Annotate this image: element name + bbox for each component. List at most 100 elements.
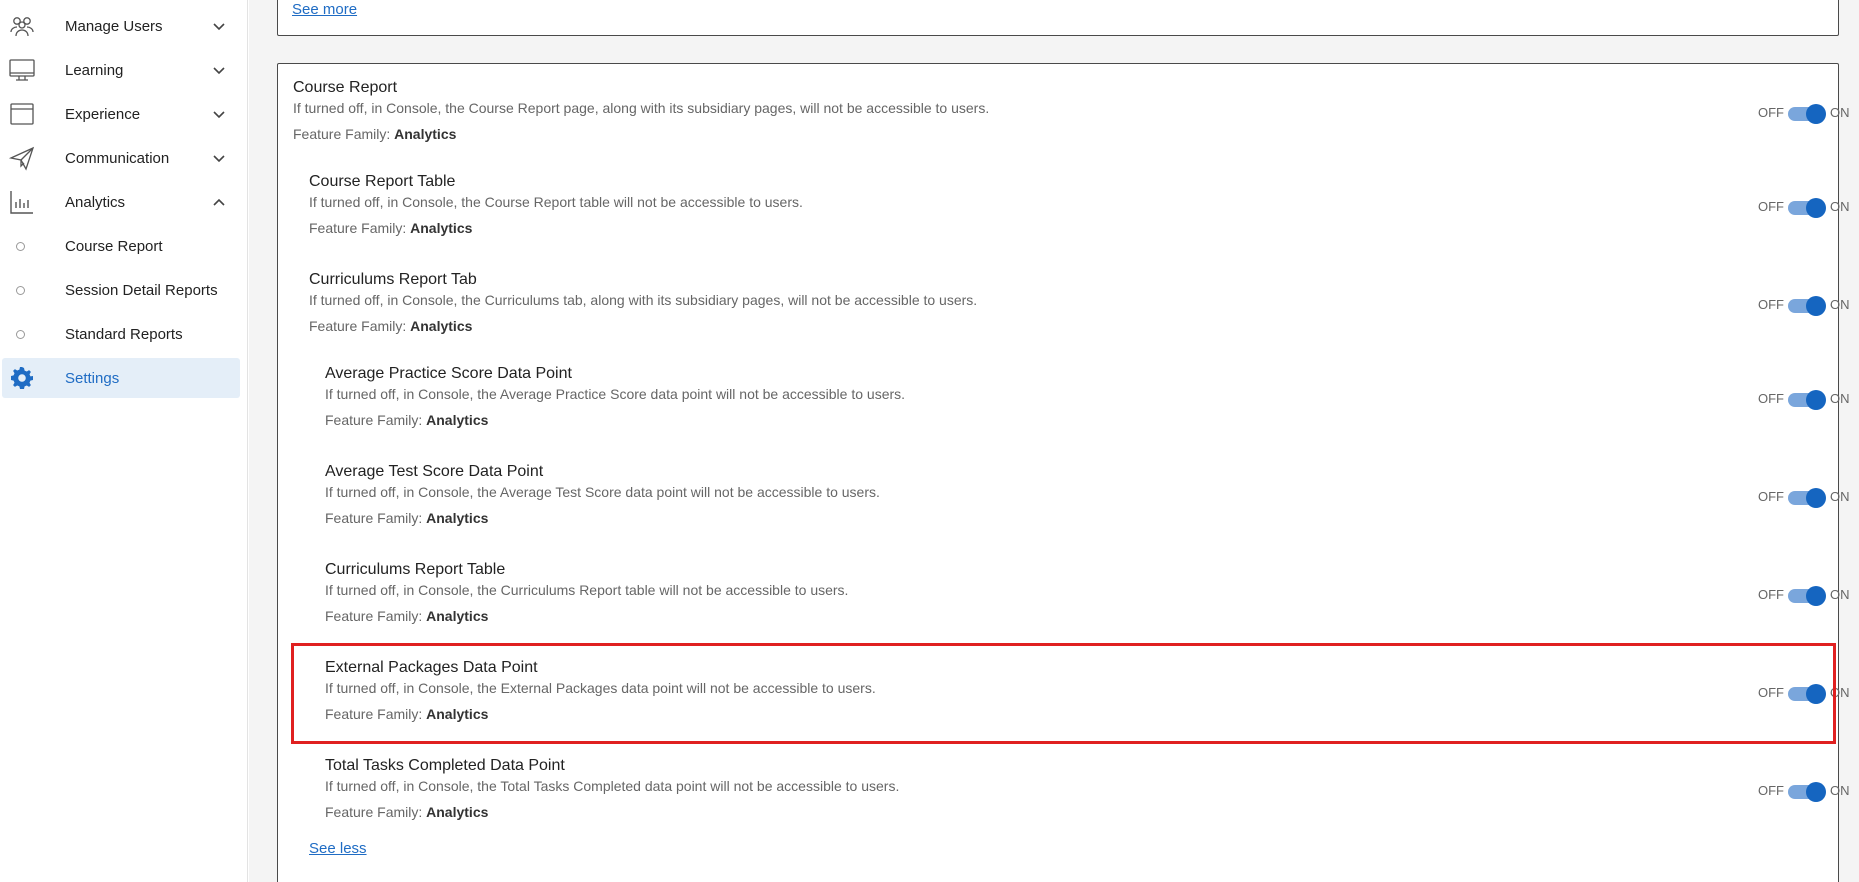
toggle-on-label: ON — [1830, 105, 1850, 120]
toggle-on-label: ON — [1830, 297, 1850, 312]
feature-description: If turned off, in Console, the Curriculu… — [309, 292, 978, 308]
chevron-down-icon — [213, 23, 225, 31]
feature-row-curriculums-report-tab: Curriculums Report Tab If turned off, in… — [278, 271, 1850, 351]
feature-family-label: Feature Family: — [325, 412, 423, 428]
chevron-down-icon — [213, 155, 225, 163]
sidebar-item-label: Learning — [65, 61, 124, 79]
toggle-switch[interactable] — [1788, 104, 1826, 124]
toggle-knob — [1806, 684, 1826, 704]
users-icon — [10, 17, 34, 37]
toggle-off-label: OFF — [1758, 783, 1784, 798]
toggle-switch[interactable] — [1788, 198, 1826, 218]
sidebar-item-label: Settings — [65, 369, 120, 387]
sidebar-item-label: Manage Users — [65, 17, 163, 35]
feature-family-value: Analytics — [426, 510, 489, 526]
toggle-switch[interactable] — [1788, 586, 1826, 606]
feature-description: If turned off, in Console, the Average T… — [325, 484, 880, 500]
feature-title: Total Tasks Completed Data Point — [325, 757, 565, 774]
feature-title: Average Practice Score Data Point — [325, 365, 572, 382]
feature-row-external-packages: External Packages Data Point If turned o… — [278, 659, 1850, 739]
feature-card: Course Report If turned off, in Console,… — [277, 63, 1850, 882]
sidebar-item-label: Analytics — [65, 193, 126, 211]
feature-family-label: Feature Family: — [309, 220, 407, 236]
sidebar-item-experience[interactable]: Experience — [0, 94, 248, 134]
feature-toggle: OFF ON — [1758, 683, 1858, 704]
feature-row-curriculums-report-table: Curriculums Report Table If turned off, … — [278, 561, 1850, 641]
bullet-icon — [16, 286, 25, 295]
toggle-on-label: ON — [1830, 783, 1850, 798]
feature-family-value: Analytics — [394, 126, 457, 142]
feature-row-course-report: Course Report If turned off, in Console,… — [278, 79, 1850, 159]
sidebar-item-settings[interactable]: Settings — [2, 358, 240, 398]
bar-chart-icon — [10, 191, 33, 214]
monitor-icon — [9, 59, 35, 81]
feature-toggle: OFF ON — [1758, 295, 1858, 316]
toggle-off-label: OFF — [1758, 297, 1784, 312]
feature-family-label: Feature Family: — [309, 318, 407, 334]
toggle-off-label: OFF — [1758, 685, 1784, 700]
feature-row-average-test-score: Average Test Score Data Point If turned … — [278, 463, 1850, 543]
paper-plane-icon — [8, 146, 35, 171]
bullet-icon — [16, 242, 25, 251]
toggle-on-label: ON — [1830, 199, 1850, 214]
toggle-off-label: OFF — [1758, 489, 1784, 504]
toggle-switch[interactable] — [1788, 488, 1826, 508]
toggle-switch[interactable] — [1788, 390, 1826, 410]
feature-family-value: Analytics — [426, 608, 489, 624]
toggle-knob — [1806, 198, 1826, 218]
feature-family-value: Analytics — [410, 318, 473, 334]
toggle-switch[interactable] — [1788, 684, 1826, 704]
feature-description: If turned off, in Console, the Course Re… — [309, 194, 803, 210]
feature-family: Feature Family: Analytics — [309, 318, 472, 334]
feature-toggle: OFF ON — [1758, 487, 1858, 508]
feature-title: Curriculums Report Tab — [309, 271, 477, 288]
feature-description: If turned off, in Console, the Curriculu… — [325, 582, 849, 598]
feature-family: Feature Family: Analytics — [309, 220, 472, 236]
feature-family-label: Feature Family: — [325, 804, 423, 820]
toggle-off-label: OFF — [1758, 391, 1784, 406]
feature-family: Feature Family: Analytics — [325, 804, 488, 820]
feature-description: If turned off, in Console, the Average P… — [325, 386, 906, 402]
feature-family-value: Analytics — [426, 804, 489, 820]
feature-family-label: Feature Family: — [325, 510, 423, 526]
toggle-switch[interactable] — [1788, 296, 1826, 316]
feature-title: Course Report Table — [309, 173, 456, 190]
feature-family: Feature Family: Analytics — [325, 608, 488, 624]
feature-family: Feature Family: Analytics — [293, 126, 456, 142]
sidebar-subitem-course-report[interactable]: Course Report — [0, 226, 248, 266]
toggle-switch[interactable] — [1788, 782, 1826, 802]
sidebar-subitem-standard-reports[interactable]: Standard Reports — [0, 314, 248, 354]
sidebar-item-communication[interactable]: Communication — [0, 138, 248, 178]
sidebar-item-label: Experience — [65, 105, 141, 123]
feature-row-course-report-table: Course Report Table If turned off, in Co… — [278, 173, 1850, 253]
feature-toggle: OFF ON — [1758, 197, 1858, 218]
toggle-knob — [1806, 390, 1826, 410]
gear-icon — [11, 367, 33, 389]
feature-toggle: OFF ON — [1758, 781, 1858, 802]
feature-family-value: Analytics — [410, 220, 473, 236]
see-less-link[interactable]: See less — [309, 840, 367, 857]
sidebar-item-manage-users[interactable]: Manage Users — [0, 6, 248, 46]
toggle-on-label: ON — [1830, 685, 1850, 700]
feature-title: Course Report — [293, 79, 398, 96]
see-more-link[interactable]: See more — [292, 1, 357, 18]
sidebar-item-label: Course Report — [65, 237, 163, 255]
sidebar-item-learning[interactable]: Learning — [0, 50, 248, 90]
feature-description: If turned off, in Console, the Course Re… — [293, 100, 990, 116]
toggle-knob — [1806, 782, 1826, 802]
feature-title: External Packages Data Point — [325, 659, 538, 676]
feature-toggle: OFF ON — [1758, 103, 1858, 124]
feature-row-average-practice-score: Average Practice Score Data Point If tur… — [278, 365, 1850, 445]
sidebar-subitem-session-detail-reports[interactable]: Session Detail Reports — [0, 270, 248, 310]
toggle-knob — [1806, 586, 1826, 606]
feature-description: If turned off, in Console, the Total Tas… — [325, 778, 900, 794]
feature-toggle: OFF ON — [1758, 389, 1858, 410]
sidebar-item-analytics[interactable]: Analytics — [0, 182, 248, 222]
chevron-down-icon — [213, 111, 225, 119]
window-icon — [10, 103, 34, 125]
toggle-on-label: ON — [1830, 587, 1850, 602]
feature-family: Feature Family: Analytics — [325, 412, 488, 428]
toggle-knob — [1806, 104, 1826, 124]
main-content: See more Course Report If turned off, in… — [249, 0, 1859, 882]
feature-row-total-tasks-completed: Total Tasks Completed Data Point If turn… — [278, 757, 1850, 837]
